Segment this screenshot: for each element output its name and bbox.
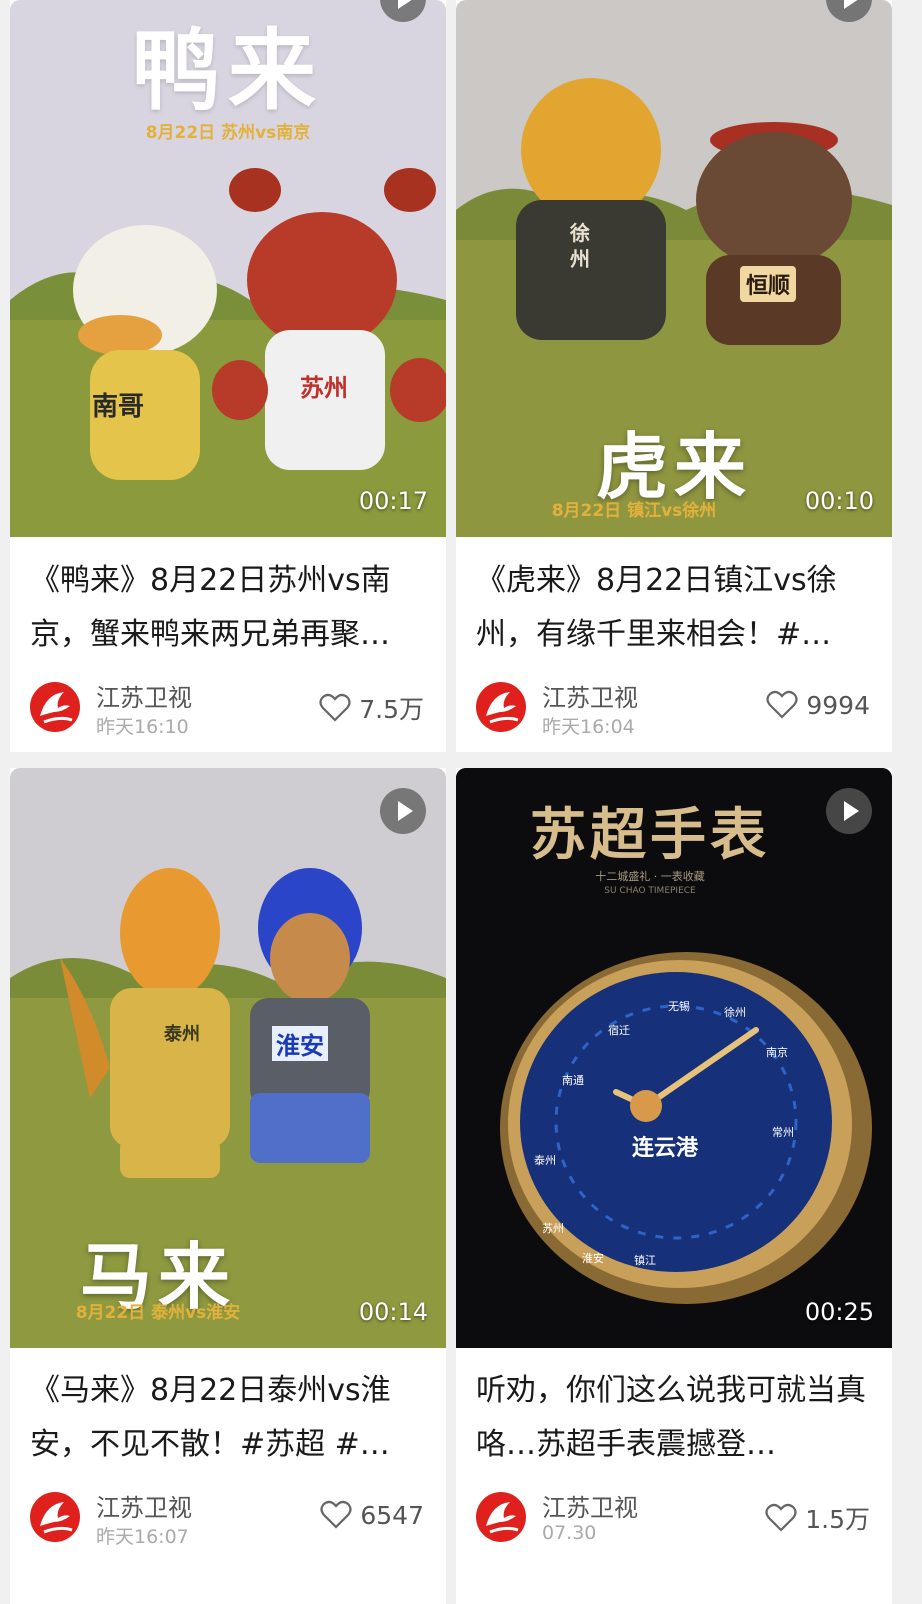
like-count: 9994 <box>806 690 870 720</box>
video-thumbnail[interactable]: 鸭来 8月22日 苏州vs南京 南哥 苏州 00:17 <box>10 0 446 537</box>
video-card-1[interactable]: 鸭来 8月22日 苏州vs南京 南哥 苏州 00:17 《鸭来》8月22日苏州v… <box>10 0 446 752</box>
video-thumbnail[interactable]: 泰州 淮安 马来 8月22日 泰州vs淮安 00:14 <box>10 768 446 1348</box>
like-button[interactable]: 6547 <box>320 1500 424 1530</box>
channel-avatar[interactable] <box>476 1492 526 1542</box>
like-button[interactable]: 1.5万 <box>765 1500 870 1536</box>
shirt-label: 苏州 <box>300 374 348 402</box>
clock-city: 宿迁 <box>608 1024 630 1037</box>
thumbnail-title: 鸭来 <box>131 19 324 122</box>
video-duration: 00:10 <box>804 487 874 515</box>
video-meta: 江苏卫视 昨天16:10 7.5万 <box>30 678 430 738</box>
clock-city: 常州 <box>772 1126 794 1139</box>
shirt-label: 徐州 <box>570 221 590 271</box>
video-title[interactable]: 听劝，你们这么说我可就当真咯…苏超手表震撼登… <box>476 1364 876 1472</box>
video-title[interactable]: 《鸭来》8月22日苏州vs南京，蟹来鸭来两兄弟再聚… <box>30 554 430 662</box>
heart-icon <box>766 690 798 719</box>
play-icon <box>826 788 872 834</box>
shirt-label: 南哥 <box>92 392 145 422</box>
channel-avatar[interactable] <box>30 682 80 732</box>
channel-logo-icon <box>486 1502 519 1534</box>
like-count: 7.5万 <box>359 695 424 724</box>
channel-logo-icon <box>40 1502 73 1534</box>
shirt-label: 恒顺 <box>740 266 797 302</box>
video-title[interactable]: 《马来》8月22日泰州vs淮安，不见不散！#苏超 #… <box>30 1364 430 1472</box>
post-time: 07.30 <box>542 1522 597 1544</box>
shirt-label: 泰州 <box>164 1024 200 1045</box>
heart-icon <box>319 693 351 722</box>
video-duration: 00:17 <box>358 487 428 515</box>
post-time: 昨天16:04 <box>542 716 635 738</box>
clock-center-label: 连云港 <box>632 1136 699 1161</box>
heart-icon <box>765 1503 797 1532</box>
clock-city: 南通 <box>562 1074 584 1087</box>
channel-name[interactable]: 江苏卫视 <box>542 678 638 713</box>
video-thumbnail[interactable]: 徐州 恒顺 虎来 8月22日 镇江vs徐州 00:10 <box>456 0 892 537</box>
like-button[interactable]: 9994 <box>766 690 870 720</box>
channel-name[interactable]: 江苏卫视 <box>96 678 192 713</box>
thumbnail-subtitle: 8月22日 镇江vs徐州 <box>551 501 717 521</box>
clock-city: 南京 <box>766 1046 788 1059</box>
video-title[interactable]: 《虎来》8月22日镇江vs徐州，有缘千里来相会！#… <box>476 554 876 662</box>
clock-city: 徐州 <box>724 1006 746 1019</box>
video-thumbnail[interactable]: 苏超手表 十二城盛礼 · 一表收藏 SU CHAO TIMEPIECE 连云港 … <box>456 768 892 1348</box>
video-duration: 00:25 <box>804 1298 874 1326</box>
channel-name[interactable]: 江苏卫视 <box>542 1488 638 1523</box>
heart-icon <box>320 1500 352 1529</box>
post-time: 昨天16:10 <box>96 716 189 738</box>
video-duration: 00:14 <box>358 1298 428 1326</box>
post-time: 昨天16:07 <box>96 1526 189 1548</box>
like-count: 6547 <box>360 1500 424 1530</box>
like-count: 1.5万 <box>805 1505 870 1534</box>
thumbnail-subtitle: 8月22日 泰州vs淮安 <box>75 1303 241 1323</box>
video-meta: 江苏卫视 昨天16:07 6547 <box>30 1488 430 1548</box>
clock-city: 苏州 <box>542 1222 564 1235</box>
channel-name[interactable]: 江苏卫视 <box>96 1488 192 1523</box>
channel-avatar[interactable] <box>476 682 526 732</box>
thumbnail-title: 苏超手表 <box>530 802 770 868</box>
thumbnail-subtitle: 十二城盛礼 · 一表收藏 <box>595 870 705 883</box>
video-card-2[interactable]: 徐州 恒顺 虎来 8月22日 镇江vs徐州 00:10 《虎来》8月22日镇江v… <box>456 0 892 752</box>
video-meta: 江苏卫视 07.30 1.5万 <box>476 1488 876 1544</box>
shirt-label: 淮安 <box>272 1026 328 1061</box>
video-card-3[interactable]: 泰州 淮安 马来 8月22日 泰州vs淮安 00:14 《马来》8月22日泰州v… <box>10 768 446 1604</box>
channel-logo-icon <box>40 692 73 724</box>
video-meta: 江苏卫视 昨天16:04 9994 <box>476 678 876 738</box>
channel-avatar[interactable] <box>30 1492 80 1542</box>
thumbnail-caption: SU CHAO TIMEPIECE <box>604 886 696 896</box>
clock-city: 无锡 <box>668 1000 690 1013</box>
thumbnail-subtitle: 8月22日 苏州vs南京 <box>145 123 311 143</box>
video-card-4[interactable]: 苏超手表 十二城盛礼 · 一表收藏 SU CHAO TIMEPIECE 连云港 … <box>456 768 892 1604</box>
channel-logo-icon <box>486 692 519 724</box>
clock-city: 镇江 <box>634 1254 656 1267</box>
clock-city: 淮安 <box>582 1252 604 1265</box>
clock-city: 泰州 <box>534 1154 556 1167</box>
play-icon <box>380 788 426 834</box>
like-button[interactable]: 7.5万 <box>319 690 424 726</box>
